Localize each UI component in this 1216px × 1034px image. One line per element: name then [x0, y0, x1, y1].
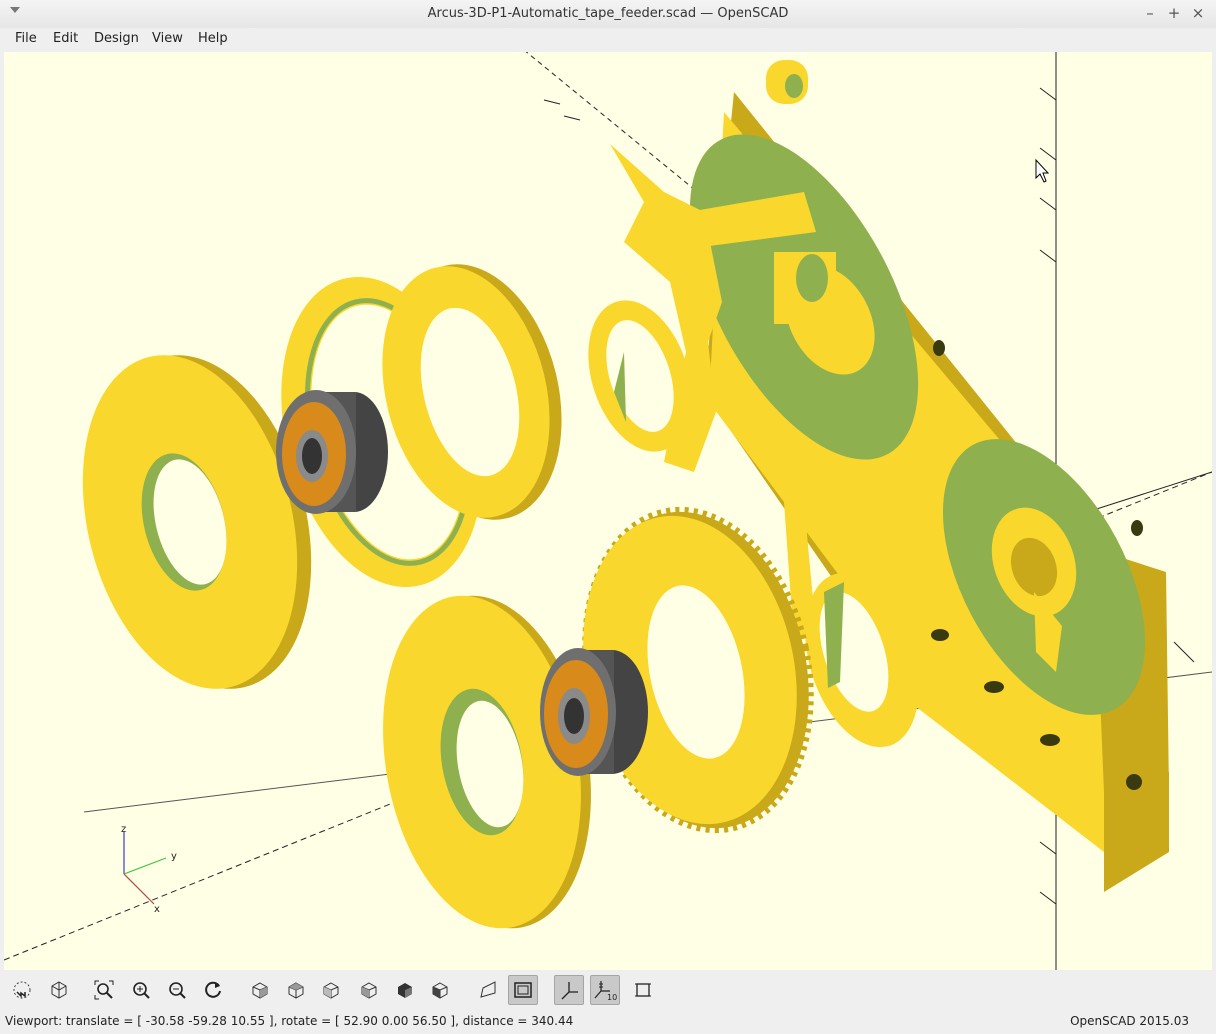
menu-edit[interactable]: Edit [51, 31, 80, 46]
orthogonal-button[interactable] [508, 975, 538, 1005]
render-icon [51, 981, 67, 999]
axis-label-y: y [171, 851, 177, 862]
view-top-button[interactable] [281, 975, 311, 1005]
preview-button[interactable] [7, 975, 37, 1005]
bearing-lower [540, 648, 648, 776]
perspective-button[interactable] [473, 975, 503, 1005]
minimize-button[interactable]: – [1141, 4, 1159, 22]
view-front-button[interactable] [390, 975, 420, 1005]
show-scale-markers-button[interactable]: 10 [590, 975, 620, 1005]
show-axes-icon [561, 982, 578, 1000]
reset-view-button[interactable] [198, 975, 228, 1005]
scale-marker-label: 10 [607, 993, 617, 1002]
menu-view[interactable]: View [150, 31, 185, 46]
view-right-button[interactable] [245, 975, 275, 1005]
orthogonal-icon [514, 982, 532, 998]
perspective-icon [480, 981, 496, 998]
view-left-icon [361, 982, 377, 999]
menu-design[interactable]: Design [92, 31, 141, 46]
view-toolbar: 10 [0, 970, 1216, 1010]
model-render: z y x [4, 52, 1212, 970]
view-all-icon [94, 980, 114, 1000]
show-scale-markers-icon: 10 [594, 981, 617, 1002]
view-bottom-button[interactable] [316, 975, 346, 1005]
view-right-icon [252, 982, 268, 999]
view-all-button[interactable] [89, 975, 119, 1005]
status-bar: Viewport: translate = [ -30.58 -59.28 10… [0, 1010, 1216, 1034]
menu-help[interactable]: Help [196, 31, 230, 46]
bearing-upper [276, 390, 388, 514]
preview-icon [13, 981, 31, 999]
axis-gizmo-icon [123, 832, 167, 905]
menu-bar: File Edit Design View Help [0, 28, 1216, 52]
view-front-icon [398, 983, 412, 998]
maximize-button[interactable]: + [1165, 4, 1183, 22]
view-left-button[interactable] [354, 975, 384, 1005]
3d-viewport[interactable]: z y x [4, 52, 1212, 970]
show-axes-button[interactable] [554, 975, 584, 1005]
show-edges-button[interactable] [628, 975, 658, 1005]
render-button[interactable] [44, 975, 74, 1005]
version-label: OpenSCAD 2015.03 [1070, 1014, 1189, 1028]
view-bottom-icon [323, 982, 339, 999]
axis-label-z: z [121, 824, 126, 835]
zoom-out-button[interactable] [162, 975, 192, 1005]
zoom-out-icon [169, 982, 186, 999]
view-top-icon [288, 982, 304, 999]
view-back-icon [432, 982, 448, 999]
viewport-status: Viewport: translate = [ -30.58 -59.28 10… [5, 1014, 574, 1028]
show-edges-icon [635, 983, 651, 997]
window-title: Arcus-3D-P1-Automatic_tape_feeder.scad —… [427, 6, 789, 21]
menu-file[interactable]: File [13, 31, 39, 46]
mouse-cursor-icon [1035, 158, 1050, 183]
view-back-button[interactable] [425, 975, 455, 1005]
title-bar: Arcus-3D-P1-Automatic_tape_feeder.scad —… [0, 0, 1216, 29]
reset-view-icon [205, 981, 221, 998]
zoom-in-button[interactable] [126, 975, 156, 1005]
axis-label-x: x [154, 904, 160, 915]
zoom-in-icon [133, 982, 150, 999]
close-button[interactable]: × [1189, 4, 1207, 22]
